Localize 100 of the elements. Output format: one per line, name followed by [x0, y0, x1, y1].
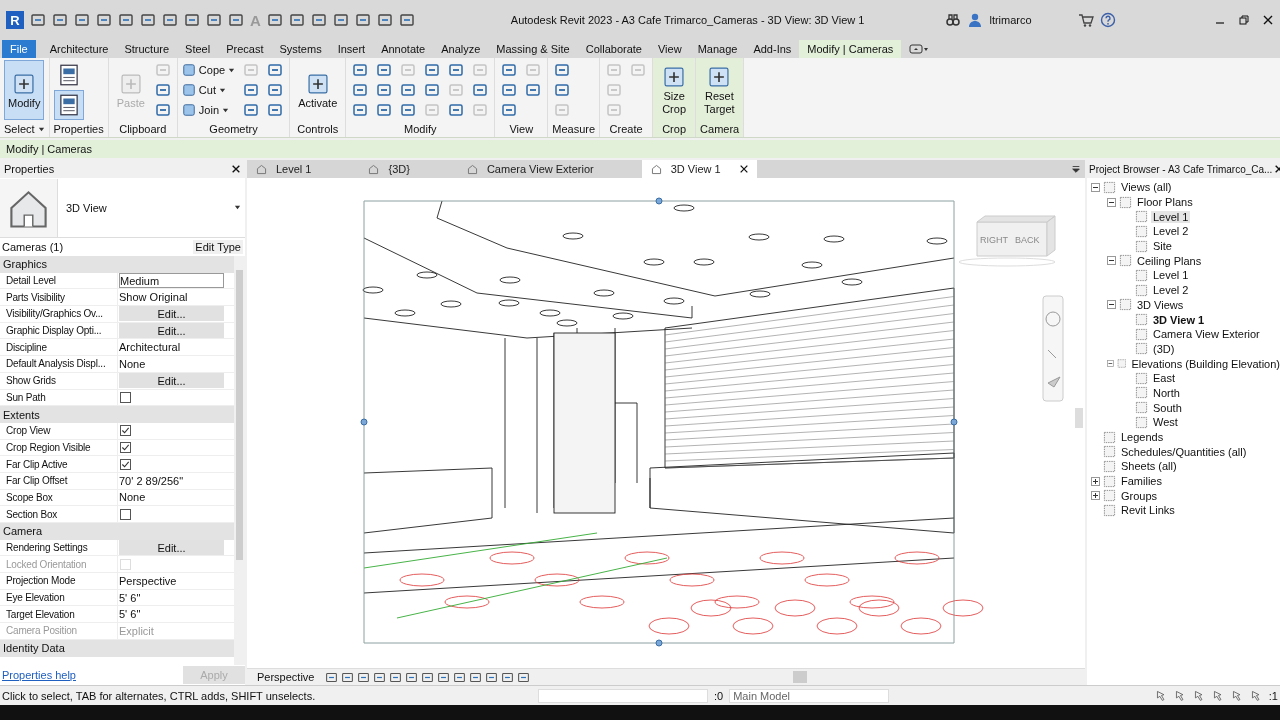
- toolbar-icon[interactable]: [184, 12, 200, 28]
- ribbon-tab[interactable]: Annotate: [373, 40, 434, 58]
- tree-item[interactable]: West: [1151, 416, 1180, 429]
- tree-item[interactable]: Camera View Exterior: [1151, 328, 1262, 341]
- caret-icon[interactable]: [234, 204, 241, 211]
- ribbon-button[interactable]: Cope: [181, 60, 238, 80]
- section-header[interactable]: Graphics: [0, 256, 234, 273]
- scrollbar[interactable]: [234, 256, 245, 665]
- tree-item[interactable]: Groups: [1119, 489, 1160, 502]
- view-control-icon[interactable]: [405, 670, 419, 684]
- toolbar-icon[interactable]: [228, 12, 244, 28]
- ribbon-tab[interactable]: View: [650, 40, 690, 58]
- app-logo[interactable]: R: [6, 11, 24, 29]
- view-control-icon[interactable]: [325, 670, 339, 684]
- tree-toggle-icon[interactable]: [1107, 197, 1116, 207]
- ribbon-tab[interactable]: Architecture: [41, 40, 117, 58]
- toolbar-icon[interactable]: [332, 12, 349, 28]
- tree-item[interactable]: Level 1: [1151, 210, 1191, 223]
- tree-item[interactable]: Floor Plans: [1135, 196, 1195, 209]
- ribbon-button[interactable]: Size Crop: [657, 60, 692, 120]
- view-control-icon[interactable]: [501, 670, 515, 684]
- toolbar-icon[interactable]: [206, 12, 222, 28]
- edit-type-button[interactable]: Edit Type: [193, 240, 243, 254]
- document-tab[interactable]: 3D View 1: [641, 160, 757, 178]
- tool-icon[interactable]: [376, 62, 393, 78]
- tool-icon[interactable]: [352, 62, 369, 78]
- tool-icon[interactable]: [376, 82, 393, 98]
- tool-icon[interactable]: [352, 102, 369, 118]
- tool-icon[interactable]: [448, 62, 465, 78]
- caret-icon[interactable]: [222, 106, 230, 114]
- close-icon[interactable]: [231, 164, 241, 174]
- toolbar-icon[interactable]: [376, 12, 393, 28]
- panel-toggle-icon[interactable]: [909, 43, 930, 55]
- tree-item[interactable]: Level 2: [1151, 284, 1191, 297]
- ribbon-tab[interactable]: Systems: [271, 40, 330, 58]
- tree-item[interactable]: Schedules/Quantities (all): [1119, 445, 1249, 458]
- tool-icon[interactable]: [267, 102, 284, 118]
- tool-icon[interactable]: [267, 82, 284, 98]
- tool-icon[interactable]: [267, 62, 284, 78]
- ribbon-button[interactable]: Activate: [294, 60, 342, 120]
- tree-item[interactable]: Site: [1151, 240, 1174, 253]
- ribbon-tab[interactable]: Steel: [177, 40, 219, 58]
- help-link[interactable]: Properties help: [2, 669, 76, 681]
- edit-button[interactable]: Edit...: [119, 306, 224, 322]
- tree-toggle-icon[interactable]: [1091, 476, 1100, 486]
- help-icon[interactable]: [1099, 12, 1116, 28]
- checkbox[interactable]: [120, 508, 131, 520]
- tool-icon[interactable]: [501, 102, 518, 118]
- toolbar-icon[interactable]: [140, 12, 156, 28]
- toolbar-icon[interactable]: [288, 12, 305, 28]
- tool-icon[interactable]: [501, 82, 518, 98]
- view-control-icon[interactable]: [357, 670, 371, 684]
- tool-icon[interactable]: [472, 82, 489, 98]
- document-tab[interactable]: {3D}: [359, 160, 418, 178]
- ribbon-button[interactable]: Join: [181, 100, 238, 120]
- ribbon-tab[interactable]: Precast: [218, 40, 272, 58]
- tree-item[interactable]: Legends: [1119, 431, 1166, 444]
- cart-icon[interactable]: [1077, 12, 1094, 28]
- tree-item[interactable]: Families: [1119, 475, 1164, 488]
- view-control-icon[interactable]: [421, 670, 435, 684]
- ribbon-tab[interactable]: Structure: [116, 40, 178, 58]
- tree-toggle-icon[interactable]: [1091, 491, 1100, 501]
- tree-item[interactable]: Views (all): [1119, 181, 1174, 194]
- tool-icon[interactable]: [154, 102, 171, 118]
- tree-item[interactable]: 3D Views: [1135, 298, 1186, 311]
- toolbar-icon[interactable]: [118, 12, 134, 28]
- tree-item[interactable]: Level 2: [1151, 225, 1191, 238]
- view-control-icon[interactable]: [517, 670, 531, 684]
- tree-item[interactable]: Level 1: [1151, 269, 1191, 282]
- tool-icon[interactable]: [501, 62, 518, 78]
- tool-icon[interactable]: [243, 82, 260, 98]
- toolbar-icon[interactable]: [162, 12, 178, 28]
- close-icon[interactable]: [738, 164, 749, 174]
- tree-item[interactable]: (3D): [1151, 342, 1177, 355]
- ribbon-tab[interactable]: File: [2, 40, 36, 58]
- toolbar-icon[interactable]: [30, 12, 46, 28]
- scrollbar[interactable]: [1075, 408, 1083, 428]
- tree-toggle-icon[interactable]: [1091, 182, 1100, 192]
- tree-toggle-icon[interactable]: [1107, 300, 1116, 310]
- tree-item[interactable]: Elevations (Building Elevation): [1129, 357, 1280, 370]
- caret-icon[interactable]: [37, 125, 45, 133]
- user-name[interactable]: ltrimarco: [989, 14, 1032, 26]
- checkbox[interactable]: [120, 458, 131, 470]
- instance-filter[interactable]: Cameras (1): [2, 241, 64, 253]
- tool-icon[interactable]: [400, 102, 417, 118]
- tree-toggle-icon[interactable]: [1107, 256, 1116, 266]
- view-control-icon[interactable]: [373, 670, 387, 684]
- edit-button[interactable]: Edit...: [119, 323, 224, 339]
- panel-title[interactable]: Select: [4, 121, 45, 137]
- tool-icon[interactable]: [424, 82, 441, 98]
- binoculars-icon[interactable]: [945, 12, 962, 28]
- toolbar-icon[interactable]: [310, 12, 327, 28]
- close-icon[interactable]: [1262, 14, 1274, 26]
- ribbon-button[interactable]: Reset Target: [700, 60, 739, 120]
- ribbon-tab[interactable]: Add-Ins: [745, 40, 800, 58]
- checkbox[interactable]: [120, 441, 131, 453]
- view-control-icon[interactable]: [389, 670, 403, 684]
- tree-item[interactable]: Sheets (all): [1119, 460, 1179, 473]
- tool-icon[interactable]: [154, 82, 171, 98]
- view-control-icon[interactable]: [453, 670, 467, 684]
